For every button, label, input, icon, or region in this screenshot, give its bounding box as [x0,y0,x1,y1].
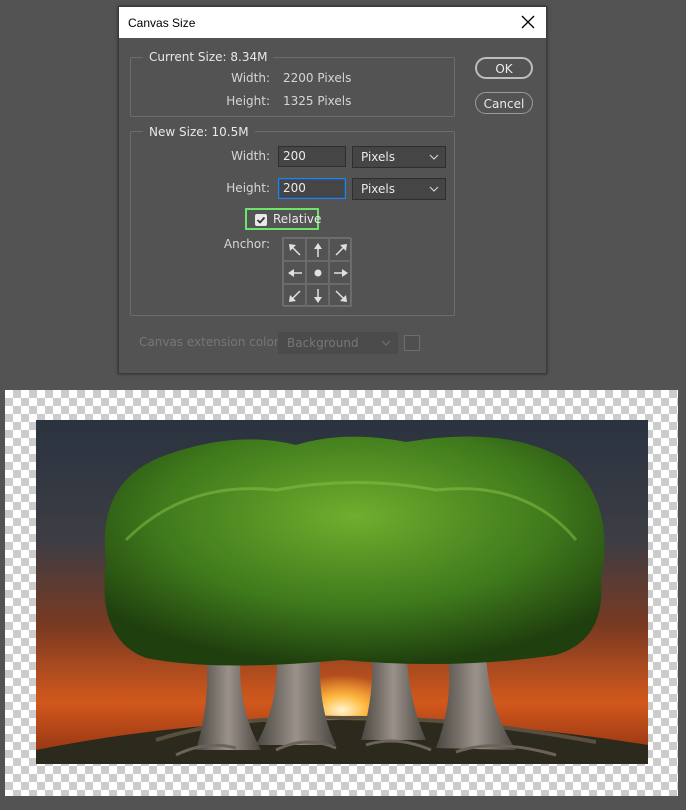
height-unit-value: Pixels [361,182,396,196]
tree-photo [36,420,648,764]
document-canvas [5,390,678,796]
extension-color-select: Background [278,332,398,354]
anchor-grid[interactable] [282,237,352,307]
anchor-top-right[interactable] [329,238,352,261]
anchor-bottom-left[interactable] [283,284,306,307]
canvas-size-dialog: Canvas Size Current Size: 8.34M Width: 2… [118,6,547,374]
chevron-down-icon [381,340,391,346]
current-width-label: Width: [231,71,270,85]
extension-color-label: Canvas extension color: [139,335,283,349]
arrow-down-right-icon [334,289,347,302]
arrow-up-right-icon [334,243,347,256]
height-unit-select[interactable]: Pixels [352,178,446,200]
anchor-bottom[interactable] [306,284,329,307]
anchor-dot-icon [314,269,321,276]
height-input[interactable]: 200 [278,178,346,199]
chevron-down-icon [429,154,439,160]
new-height-label: Height: [226,181,270,195]
current-height-label: Height: [226,94,270,108]
chevron-down-icon [429,186,439,192]
cancel-button[interactable]: Cancel [475,92,533,114]
anchor-center[interactable] [306,261,329,284]
extension-color-value: Background [287,336,359,350]
anchor-bottom-right[interactable] [329,284,352,307]
checkbox-box[interactable] [255,214,267,226]
relative-checkbox[interactable]: Relative [245,208,322,230]
width-input[interactable]: 200 [278,146,346,167]
width-unit-value: Pixels [361,150,396,164]
arrow-right-icon [333,268,348,277]
anchor-top-left[interactable] [283,238,306,261]
anchor-left[interactable] [283,261,306,284]
anchor-label: Anchor: [223,237,270,251]
current-size-group [130,57,455,117]
width-unit-select[interactable]: Pixels [352,146,446,168]
arrow-left-icon [287,268,302,277]
arrow-up-icon [313,242,322,257]
new-width-label: Width: [231,149,270,163]
new-size-label: New Size: 10.5M [143,125,255,139]
ok-button[interactable]: OK [475,57,533,79]
anchor-top[interactable] [306,238,329,261]
checkmark-icon [256,216,266,224]
arrow-down-left-icon [288,289,301,302]
current-size-label: Current Size: 8.34M [143,50,274,64]
arrow-up-left-icon [288,243,301,256]
anchor-right[interactable] [329,261,352,284]
dialog-title: Canvas Size [128,16,196,30]
close-icon[interactable] [516,10,540,34]
current-height-value: 1325 Pixels [283,94,352,108]
extension-color-swatch [404,335,420,351]
current-width-value: 2200 Pixels [283,71,352,85]
arrow-down-icon [313,288,322,303]
dialog-titlebar[interactable]: Canvas Size [119,7,546,38]
relative-label: Relative [273,212,322,226]
